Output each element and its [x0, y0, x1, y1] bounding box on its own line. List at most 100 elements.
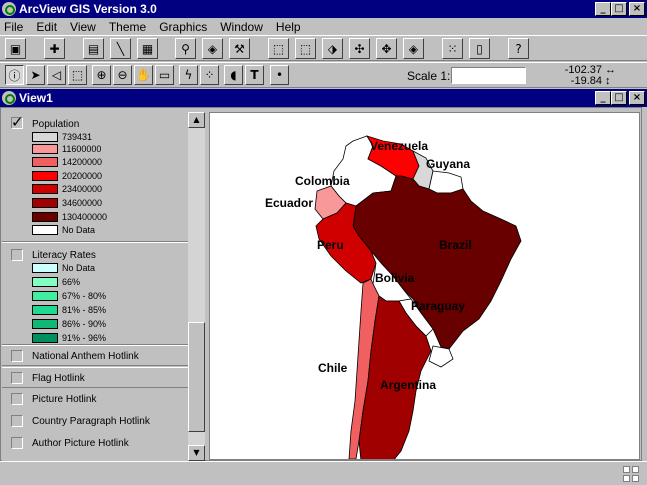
app-title-bar: ArcView GIS Version 3.0 _ □ ×: [0, 0, 647, 18]
minimize-button[interactable]: _: [595, 2, 611, 16]
arcview-globe-icon[interactable]: [2, 2, 16, 16]
button-bar: ▣ ✚ ▤ ╲ ▦ ⚲ ◈ ⚒ ⬚ ⬚ ⬗ ✣ ✥ ◈ ⁙ ▯ ?: [0, 35, 647, 61]
legend-row: 14200000: [32, 157, 102, 167]
legend-label: No Data: [62, 263, 96, 273]
query-builder-icon[interactable]: ⚒: [229, 38, 250, 59]
literacy-checkbox[interactable]: [11, 249, 23, 261]
legend-row: 130400000: [32, 212, 107, 222]
map-display[interactable]: Venezuela Guyana Colombia Ecuador Brazil…: [209, 112, 640, 460]
coordinate-readout: -102.37 -19.84: [560, 65, 602, 87]
view-minimize-button[interactable]: _: [595, 91, 611, 105]
save-project-icon[interactable]: ▣: [5, 38, 26, 59]
hotlink-checkbox[interactable]: [11, 437, 23, 449]
menu-file[interactable]: File: [4, 20, 23, 34]
legend-row: No Data: [32, 225, 95, 235]
zoom-active-themes-icon[interactable]: ⬚: [295, 38, 316, 59]
theme-title: Picture Hotlink: [32, 394, 97, 405]
select-features-icon[interactable]: ⁙: [442, 38, 463, 59]
theme-flag-hotlink[interactable]: Flag Hotlink: [2, 367, 188, 388]
hotlink-checkbox[interactable]: [11, 350, 23, 362]
hotlink-checkbox[interactable]: [11, 393, 23, 405]
menu-theme[interactable]: Theme: [109, 20, 146, 34]
legend-row: No Data: [32, 263, 95, 273]
theme-title: Country Paragraph Hotlink: [32, 416, 150, 427]
theme-national-anthem-hotlink[interactable]: National Anthem Hotlink: [2, 345, 188, 366]
theme-picture-hotlink[interactable]: Picture Hotlink: [2, 389, 188, 410]
tile-windows-icon[interactable]: [623, 466, 639, 482]
clear-selection-icon[interactable]: ▯: [469, 38, 490, 59]
area-of-interest-icon[interactable]: ⁘: [200, 65, 219, 85]
zoom-previous-icon[interactable]: ◈: [403, 38, 424, 59]
legend-swatch: [32, 319, 58, 329]
theme-title: National Anthem Hotlink: [32, 351, 139, 362]
legend-row: 34600000: [32, 198, 102, 208]
help-pointer-icon[interactable]: ?: [508, 38, 529, 59]
map-country-suriname[interactable]: [428, 170, 464, 194]
locate-address-icon[interactable]: ◈: [202, 38, 223, 59]
hotlink-checkbox[interactable]: [11, 372, 23, 384]
map-label-paraguay: Paraguay: [411, 299, 466, 313]
legend-row: 23400000: [32, 184, 102, 194]
zoom-full-extent-icon[interactable]: ⬚: [268, 38, 289, 59]
menu-window[interactable]: Window: [220, 20, 263, 34]
vertical-arrow-icon: ↕: [605, 75, 611, 87]
menu-help[interactable]: Help: [276, 20, 301, 34]
legend-label: 23400000: [62, 184, 103, 194]
find-icon[interactable]: ⚲: [175, 38, 196, 59]
legend-swatch: [32, 212, 58, 222]
zoom-in-icon[interactable]: ⊕: [92, 65, 111, 85]
open-theme-table-icon[interactable]: ▦: [137, 38, 158, 59]
south-america-map[interactable]: [210, 113, 640, 460]
pan-hand-icon[interactable]: ✋: [134, 65, 153, 85]
legend-swatch: [32, 144, 58, 154]
app-title: ArcView GIS Version 3.0: [19, 2, 157, 16]
pointer-icon[interactable]: ➤: [26, 65, 45, 85]
scale-input[interactable]: [451, 67, 526, 84]
legend-row: 739431: [32, 132, 92, 142]
draw-point-icon[interactable]: •: [270, 65, 289, 85]
edit-legend-icon[interactable]: ╲: [110, 38, 131, 59]
vertex-edit-icon[interactable]: ◁: [47, 65, 66, 85]
scroll-down-icon[interactable]: ▼: [188, 445, 205, 461]
legend-swatch: [32, 305, 58, 315]
zoom-out-fixed-icon[interactable]: ✥: [376, 38, 397, 59]
hotlink-checkbox[interactable]: [11, 415, 23, 427]
identify-icon[interactable]: ⓘ: [5, 65, 24, 85]
measure-icon[interactable]: ▭: [155, 65, 174, 85]
zoom-in-fixed-icon[interactable]: ✣: [349, 38, 370, 59]
toc-scrollbar[interactable]: ▲ ▼: [188, 112, 205, 461]
legend-swatch: [32, 225, 58, 235]
legend-swatch: [32, 171, 58, 181]
view-maximize-button[interactable]: □: [611, 91, 627, 105]
add-theme-icon[interactable]: ✚: [44, 38, 65, 59]
theme-country-paragraph-hotlink[interactable]: Country Paragraph Hotlink: [2, 411, 188, 432]
legend-row: 20200000: [32, 171, 102, 181]
legend-label: 130400000: [62, 212, 108, 222]
label-icon[interactable]: ◖: [224, 65, 243, 85]
theme-literacy-rates[interactable]: Literacy Rates No Data 66% 67% - 80% 81%…: [2, 243, 188, 343]
legend-label: 11600000: [62, 144, 102, 154]
map-label-bolivia: Bolivia: [375, 271, 415, 285]
coord-y: -19.84: [570, 75, 602, 87]
theme-properties-icon[interactable]: ▤: [83, 38, 104, 59]
app-window-controls: _ □ ×: [595, 2, 645, 16]
map-country-uruguay[interactable]: [428, 345, 454, 368]
legend-swatch: [32, 132, 58, 142]
text-icon[interactable]: T: [245, 65, 264, 85]
scroll-up-icon[interactable]: ▲: [188, 112, 205, 128]
hotlink-icon[interactable]: ϟ: [179, 65, 198, 85]
legend-label: 739431: [62, 132, 93, 142]
view-globe-icon[interactable]: [2, 91, 16, 105]
menu-view[interactable]: View: [70, 20, 96, 34]
zoom-out-icon[interactable]: ⊖: [113, 65, 132, 85]
select-feature-icon[interactable]: ⬚: [68, 65, 87, 85]
theme-population[interactable]: ✓ Population 739431 11600000 14200000 20…: [2, 112, 188, 240]
menu-graphics[interactable]: Graphics: [159, 20, 207, 34]
menu-edit[interactable]: Edit: [36, 20, 57, 34]
maximize-button[interactable]: □: [611, 2, 627, 16]
close-button[interactable]: ×: [629, 2, 645, 16]
scroll-thumb[interactable]: [188, 322, 205, 432]
view-close-button[interactable]: ×: [629, 91, 645, 105]
theme-author-picture-hotlink[interactable]: Author Picture Hotlink: [2, 433, 188, 454]
zoom-selected-icon[interactable]: ⬗: [322, 38, 343, 59]
